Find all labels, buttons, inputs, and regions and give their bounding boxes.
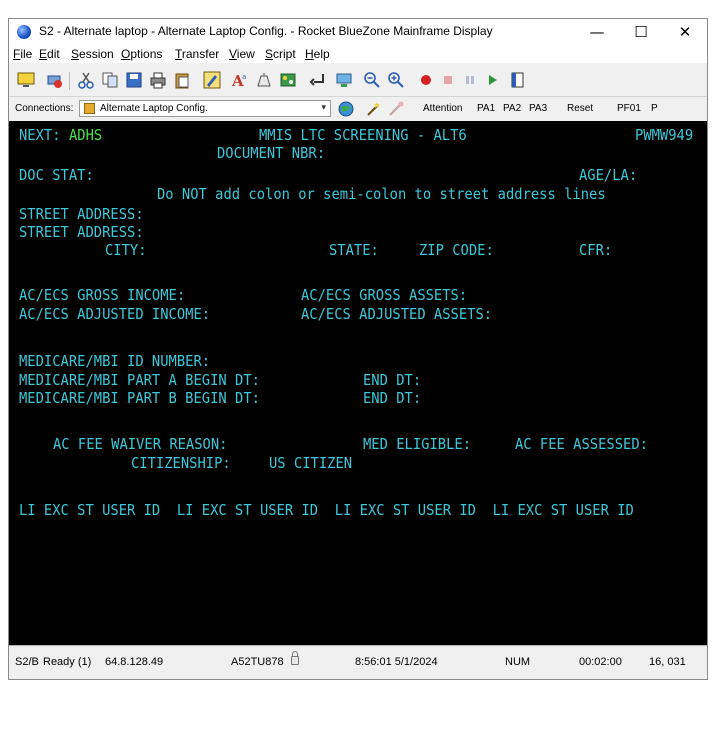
maximize-button[interactable]: ☐ (619, 19, 663, 45)
menu-script[interactable]: Script (265, 47, 296, 61)
zoom-out-icon[interactable] (363, 71, 381, 89)
cursor-position: 16, 031 (649, 656, 686, 668)
menu-options[interactable]: Options (121, 47, 162, 61)
lock-icon (291, 651, 299, 665)
next-command-field[interactable]: ADHS (69, 126, 102, 144)
part-a-end-label: END DT: (363, 371, 422, 389)
toolbar: Aa (9, 63, 707, 97)
play-icon[interactable] (483, 71, 501, 89)
toolbar-separator (69, 72, 70, 90)
adjusted-income-label: AC/ECS ADJUSTED INCOME: (19, 305, 211, 323)
med-eligible-label: MED ELIGIBLE: (363, 435, 472, 453)
disconnect-icon[interactable] (387, 100, 405, 118)
street-address-2-label: STREET ADDRESS: (19, 223, 144, 241)
li-exc-st-user-id-header: LI EXC ST USER ID LI EXC ST USER ID LI E… (19, 501, 634, 519)
status-bar: S2/B Ready (1) 64.8.128.49 A52TU878 8:56… (9, 645, 707, 679)
part-a-begin-label: MEDICARE/MBI PART A BEGIN DT: (19, 371, 260, 389)
connections-label: Connections: (15, 103, 74, 114)
cfr-label: CFR: (579, 241, 613, 259)
globe-connect-icon[interactable] (337, 100, 355, 118)
elapsed-timer: 00:02:00 (579, 656, 622, 668)
menu-bar: File Edit Session Options Transfer View … (9, 45, 707, 63)
pa1-button[interactable]: PA1 (477, 103, 495, 114)
copy-icon[interactable] (101, 71, 119, 89)
medicare-id-label: MEDICARE/MBI ID NUMBER: (19, 352, 211, 370)
attention-button[interactable]: Attention (423, 103, 462, 114)
terminal-screen[interactable]: NEXT: ADHS MMIS LTC SCREENING - ALT6 PWM… (9, 121, 707, 645)
menu-transfer[interactable]: Transfer (175, 47, 219, 61)
screen-title: MMIS LTC SCREENING - ALT6 (259, 126, 467, 144)
edit-icon[interactable] (203, 71, 221, 89)
minimize-button[interactable]: — (575, 19, 619, 45)
fee-assessed-label: AC FEE ASSESSED: (515, 435, 648, 453)
book-icon[interactable] (509, 71, 527, 89)
magic-wand-icon[interactable] (365, 100, 383, 118)
connections-bar: Connections: Alternate Laptop Config. ▾ … (9, 97, 707, 122)
screen-id: PWMW949 (635, 126, 694, 144)
age-la-label: AGE/LA: (579, 166, 638, 184)
menu-file[interactable]: File (13, 47, 32, 61)
record-icon[interactable] (417, 71, 435, 89)
pf01-button[interactable]: PF01 (617, 103, 641, 114)
date-time: 8:56:01 5/1/2024 (355, 656, 438, 668)
pause-icon[interactable] (461, 71, 479, 89)
zoom-in-icon[interactable] (387, 71, 405, 89)
connections-selected: Alternate Laptop Config. (100, 103, 208, 114)
zip-code-label: ZIP CODE: (419, 241, 494, 259)
paste-icon[interactable] (173, 71, 191, 89)
menu-view[interactable]: View (229, 47, 255, 61)
enter-icon[interactable] (309, 71, 327, 89)
pa2-button[interactable]: PA2 (503, 103, 521, 114)
gross-assets-label: AC/ECS GROSS ASSETS: (301, 286, 468, 304)
stop-icon[interactable] (439, 71, 457, 89)
fee-waiver-label: AC FEE WAIVER REASON: (53, 435, 228, 453)
menu-help[interactable]: Help (305, 47, 330, 61)
bluezone-app-icon[interactable] (17, 25, 31, 39)
save-icon[interactable] (125, 71, 143, 89)
street-address-1-label: STREET ADDRESS: (19, 205, 144, 223)
pa3-button[interactable]: PA3 (529, 103, 547, 114)
doc-stat-label: DOC STAT: (19, 166, 94, 184)
address-notice: Do NOT add colon or semi-colon to street… (157, 185, 606, 203)
font-icon[interactable]: Aa (231, 71, 249, 89)
chevron-down-icon[interactable]: ▾ (321, 102, 326, 113)
macro-icon[interactable] (279, 71, 297, 89)
connections-dropdown[interactable]: Alternate Laptop Config. ▾ (79, 100, 331, 117)
monitor-icon[interactable] (17, 71, 35, 89)
next-label: NEXT: (19, 126, 61, 144)
title-bar[interactable]: S2 - Alternate laptop - Alternate Laptop… (9, 19, 707, 45)
ready-status: Ready (1) (43, 656, 92, 668)
connect-icon[interactable] (45, 71, 63, 89)
window-title: S2 - Alternate laptop - Alternate Laptop… (39, 24, 493, 38)
state-label: STATE: (329, 241, 379, 259)
bluezone-window: S2 - Alternate laptop - Alternate Laptop… (8, 18, 708, 680)
adjusted-assets-label: AC/ECS ADJUSTED ASSETS: (301, 305, 493, 323)
session-indicator: S2/B (15, 656, 39, 668)
part-b-end-label: END DT: (363, 389, 422, 407)
svg-text:a: a (242, 73, 246, 81)
part-b-begin-label: MEDICARE/MBI PART B BEGIN DT: (19, 389, 260, 407)
document-nbr-label: DOCUMENT NBR: (217, 144, 326, 162)
reset-button[interactable]: Reset (567, 103, 593, 114)
citizenship-value[interactable]: US CITIZEN (269, 454, 352, 472)
gross-income-label: AC/ECS GROSS INCOME: (19, 286, 186, 304)
config-icon (84, 103, 95, 114)
terminal-id: A52TU878 (231, 656, 284, 668)
city-label: CITY: (105, 241, 147, 259)
menu-edit[interactable]: Edit (39, 47, 60, 61)
print-icon[interactable] (149, 71, 167, 89)
host-ip: 64.8.128.49 (105, 656, 164, 668)
close-button[interactable]: ✕ (663, 19, 707, 45)
send-icon[interactable] (335, 71, 353, 89)
cut-icon[interactable] (77, 71, 95, 89)
pf02-button-partial[interactable]: P (651, 103, 658, 114)
citizenship-label: CITIZENSHIP: (131, 454, 231, 472)
clear-icon[interactable] (255, 71, 273, 89)
menu-session[interactable]: Session (71, 47, 114, 61)
num-lock-indicator: NUM (505, 656, 531, 668)
